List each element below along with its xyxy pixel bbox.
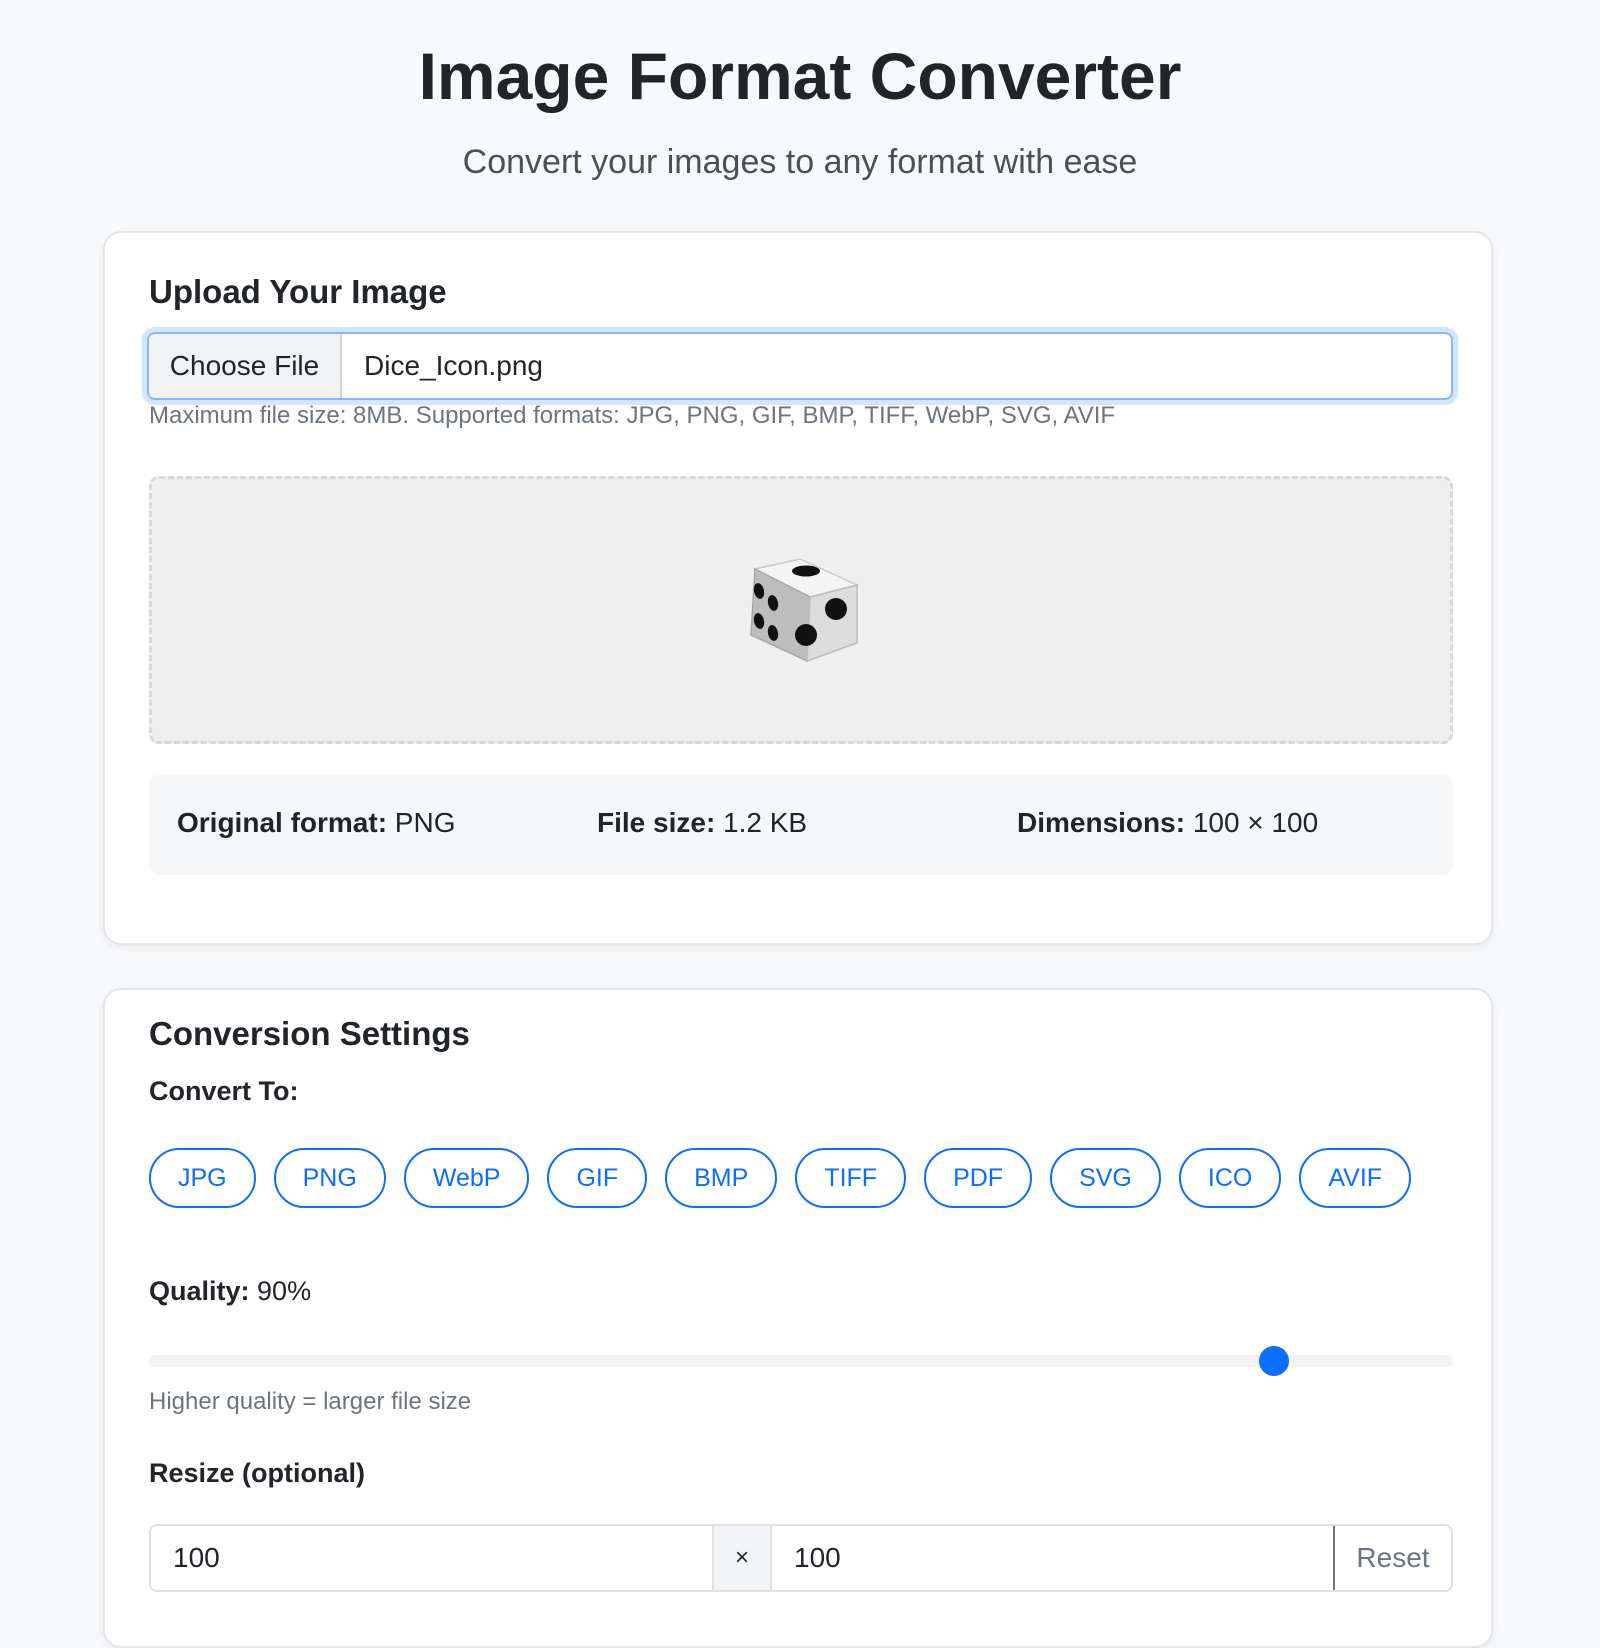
page-subtitle: Convert your images to any format with e…	[462, 143, 1138, 181]
resize-width-input[interactable]	[151, 1526, 712, 1590]
format-button-pdf[interactable]: PDF	[924, 1148, 1033, 1208]
file-name: Dice_Icon.png	[364, 350, 544, 381]
format-button-gif[interactable]: GIF	[547, 1148, 648, 1208]
quality-slider-thumb[interactable]	[1259, 1346, 1289, 1376]
quality-value: 90%	[257, 1276, 312, 1306]
format-button-avif[interactable]: AVIF	[1299, 1148, 1412, 1208]
quality-label: Quality:	[149, 1276, 250, 1306]
dimensions-label: Dimensions:	[1017, 807, 1186, 838]
file-size-value: 1.2 KB	[723, 807, 808, 838]
page-title: Image Format Converter	[418, 39, 1182, 113]
quality-slider[interactable]	[149, 1346, 1453, 1376]
format-button-bmp[interactable]: BMP	[665, 1148, 778, 1208]
original-format-info: Original format: PNG	[177, 807, 455, 839]
resize-group: × Reset	[149, 1524, 1453, 1592]
quality-help-text: Higher quality = larger file size	[149, 1388, 472, 1415]
settings-card: Conversion Settings Convert To: JPG PNG We…	[103, 988, 1493, 1648]
dimensions-info: Dimensions: 100 × 100	[1017, 807, 1318, 839]
resize-label: Resize (optional)	[149, 1458, 366, 1488]
upload-heading: Upload Your Image	[149, 273, 447, 310]
format-button-jpg[interactable]: JPG	[149, 1148, 256, 1208]
format-options: JPG PNG WebP GIF BMP TIFF PDF SVG ICO AVIF	[149, 1148, 1412, 1208]
settings-heading: Conversion Settings	[149, 1015, 470, 1052]
file-input[interactable]: Choose File Dice_Icon.png	[147, 332, 1453, 400]
original-format-value: PNG	[394, 807, 456, 838]
format-button-png[interactable]: PNG	[273, 1148, 386, 1208]
convert-to-label: Convert To:	[149, 1076, 299, 1106]
upload-help-text: Maximum file size: 8MB. Supported format…	[149, 402, 1116, 429]
dice-icon	[750, 558, 860, 663]
file-info-bar: Original format: PNG File size: 1.2 KB D…	[149, 775, 1453, 875]
original-format-label: Original format:	[177, 807, 388, 838]
format-button-ico[interactable]: ICO	[1178, 1148, 1282, 1208]
image-preview[interactable]	[149, 476, 1453, 744]
upload-card: Upload Your Image Choose File Dice_Icon.…	[103, 231, 1493, 945]
format-button-svg[interactable]: SVG	[1050, 1148, 1161, 1208]
resize-separator: ×	[712, 1526, 772, 1590]
dimensions-value: 100 × 100	[1192, 807, 1319, 838]
format-button-webp[interactable]: WebP	[403, 1148, 530, 1208]
choose-file-button[interactable]: Choose File	[149, 334, 342, 398]
quality-label-row: Quality: 90%	[149, 1276, 311, 1307]
resize-height-input[interactable]	[772, 1526, 1333, 1590]
format-button-tiff[interactable]: TIFF	[795, 1148, 907, 1208]
file-size-info: File size: 1.2 KB	[597, 807, 807, 839]
file-size-label: File size:	[597, 807, 716, 838]
reset-button[interactable]: Reset	[1333, 1526, 1451, 1590]
